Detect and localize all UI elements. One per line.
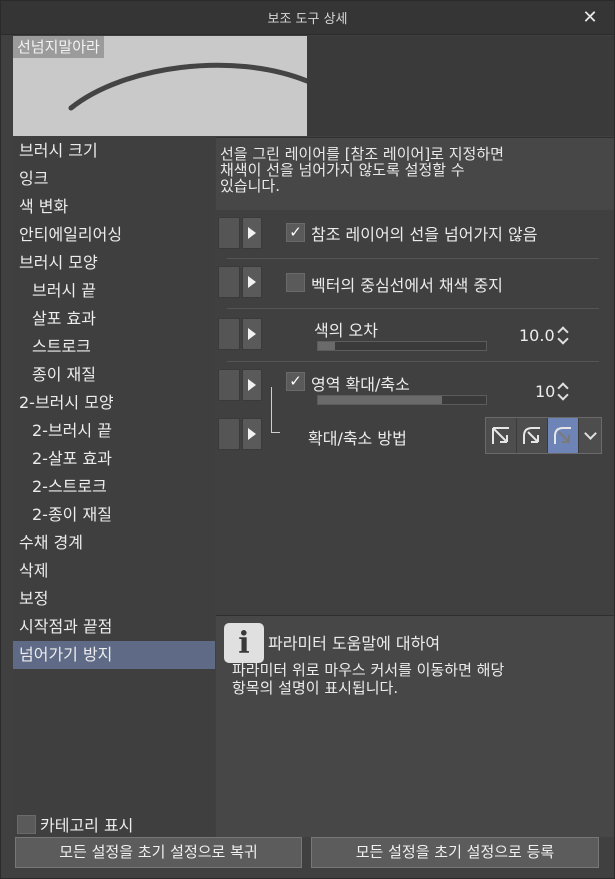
description-line-1: 선을 그린 레이어를 [참조 레이어]로 지정하면 bbox=[220, 145, 504, 163]
info-icon: i bbox=[224, 623, 264, 663]
scale-square-icon[interactable] bbox=[486, 418, 517, 453]
category-list: 브러시 크기 잉크 색 변화 안티에일리어싱 브러시 모양 브러시 끝 살포 효… bbox=[13, 137, 215, 837]
category-stroke[interactable]: 스트로크 bbox=[13, 333, 215, 361]
description-line-2: 채색이 선을 넘어가지 않도록 설정할 수 bbox=[220, 161, 465, 179]
show-in-tool-property-button[interactable] bbox=[242, 369, 262, 401]
category-2-brush-tip[interactable]: 2-브러시 끝 bbox=[13, 417, 215, 445]
category-description: 선을 그린 레이어를 [참조 레이어]로 지정하면 채색이 선을 넘어가지 않도… bbox=[216, 137, 614, 210]
category-correction[interactable]: 보정 bbox=[13, 585, 215, 613]
area-scaling-spin-icon[interactable] bbox=[558, 380, 570, 402]
category-spray-effect[interactable]: 살포 효과 bbox=[13, 305, 215, 333]
lock-toggle-vector-center[interactable] bbox=[218, 266, 240, 298]
scaling-method-label: 확대/축소 방법 bbox=[308, 429, 407, 448]
scale-darker-icon[interactable] bbox=[548, 418, 579, 453]
category-color-jitter[interactable]: 색 변화 bbox=[13, 193, 215, 221]
color-margin-slider-fill bbox=[318, 342, 335, 350]
help-title: 파라미터 도움말에 대하여 bbox=[268, 634, 441, 653]
color-margin-value[interactable]: 10.0 bbox=[519, 326, 555, 345]
area-scaling-value[interactable]: 10 bbox=[535, 382, 555, 401]
reset-to-default-button[interactable]: 모든 설정을 초기 설정으로 복귀 bbox=[15, 837, 302, 868]
category-ink[interactable]: 잉크 bbox=[13, 165, 215, 193]
category-brush-tip[interactable]: 브러시 끝 bbox=[13, 277, 215, 305]
preview-tool-name: 선넘지말아라 bbox=[13, 36, 104, 58]
show-category-checkbox[interactable] bbox=[17, 814, 36, 834]
area-scaling-label: 영역 확대/축소 bbox=[311, 375, 410, 394]
vector-center-label: 벡터의 중심선에서 채색 중지 bbox=[311, 276, 503, 295]
register-as-default-button[interactable]: 모든 설정을 초기 설정으로 등록 bbox=[311, 837, 599, 868]
category-prevent-overflow[interactable]: 넘어가기 방지 bbox=[13, 641, 215, 669]
category-erase[interactable]: 삭제 bbox=[13, 557, 215, 585]
divider bbox=[227, 258, 599, 259]
category-2-stroke[interactable]: 2-스트로크 bbox=[13, 473, 215, 501]
tree-connector bbox=[271, 432, 280, 433]
lock-toggle-ref-layer[interactable] bbox=[218, 217, 240, 249]
show-in-tool-property-button[interactable] bbox=[242, 418, 262, 450]
category-paper-texture[interactable]: 종이 재질 bbox=[13, 361, 215, 389]
show-category-label: 카테고리 표시 bbox=[40, 816, 134, 835]
area-scaling-slider[interactable] bbox=[317, 395, 487, 405]
category-2-brush-shape[interactable]: 2-브러시 모양 bbox=[13, 389, 215, 417]
sub-tool-detail-dialog: 보조 도구 상세 ✕ 선넘지말아라 브러시 크기 잉크 색 변화 안티에일리어싱… bbox=[0, 0, 615, 879]
category-watercolor-edge[interactable]: 수채 경계 bbox=[13, 529, 215, 557]
ref-layer-label: 참조 레이어의 선을 넘어가지 않음 bbox=[311, 225, 538, 244]
divider bbox=[227, 361, 599, 362]
scaling-method-selector[interactable] bbox=[485, 417, 602, 454]
lock-toggle-area-scaling[interactable] bbox=[218, 369, 240, 401]
category-2-paper-texture[interactable]: 2-종이 재질 bbox=[13, 501, 215, 529]
brush-preview: 선넘지말아라 bbox=[13, 36, 307, 136]
lock-toggle-color-margin[interactable] bbox=[218, 318, 240, 350]
lock-toggle-scaling-method[interactable] bbox=[218, 418, 240, 450]
tree-connector bbox=[271, 387, 272, 433]
help-line-2: 항목의 설명이 표시됩니다. bbox=[232, 679, 399, 697]
parameter-help-panel: i 파라미터 도움말에 대하여 파라미터 위로 마우스 커서를 이동하면 해당 … bbox=[216, 615, 614, 837]
show-category-toggle[interactable]: 카테고리 표시 bbox=[17, 812, 133, 836]
scale-round-icon[interactable] bbox=[517, 418, 548, 453]
vector-center-checkbox[interactable] bbox=[286, 273, 305, 292]
register-as-default-label: 모든 설정을 초기 설정으로 등록 bbox=[355, 843, 555, 861]
color-margin-label: 색의 오차 bbox=[314, 321, 378, 340]
category-2-spray-effect[interactable]: 2-살포 효과 bbox=[13, 445, 215, 473]
help-text: 파라미터 위로 마우스 커서를 이동하면 해당 항목의 설명이 표시됩니다. bbox=[232, 661, 602, 697]
show-in-tool-property-button[interactable] bbox=[242, 318, 262, 350]
area-scaling-slider-fill bbox=[318, 396, 443, 404]
category-start-end[interactable]: 시작점과 끝점 bbox=[13, 613, 215, 641]
help-line-1: 파라미터 위로 마우스 커서를 이동하면 해당 bbox=[232, 661, 505, 679]
dialog-title: 보조 도구 상세 bbox=[267, 12, 348, 27]
divider bbox=[227, 308, 599, 309]
color-margin-spin-icon[interactable] bbox=[558, 324, 570, 346]
show-in-tool-property-button[interactable] bbox=[242, 266, 262, 298]
color-margin-slider[interactable] bbox=[317, 341, 487, 351]
category-anti-aliasing[interactable]: 안티에일리어싱 bbox=[13, 221, 215, 249]
show-in-tool-property-button[interactable] bbox=[242, 217, 262, 249]
title-bar[interactable]: 보조 도구 상세 ✕ bbox=[1, 1, 614, 35]
preview-empty-area bbox=[307, 36, 614, 136]
ref-layer-checkbox[interactable]: ✓ bbox=[286, 223, 305, 242]
chevron-down-icon[interactable] bbox=[579, 418, 601, 453]
category-brush-shape[interactable]: 브러시 모양 bbox=[13, 249, 215, 277]
description-line-3: 있습니다. bbox=[220, 177, 280, 195]
close-icon[interactable]: ✕ bbox=[580, 8, 600, 28]
reset-to-default-label: 모든 설정을 초기 설정으로 복귀 bbox=[59, 843, 258, 861]
area-scaling-checkbox[interactable]: ✓ bbox=[286, 372, 305, 391]
category-brush-size[interactable]: 브러시 크기 bbox=[13, 137, 215, 165]
